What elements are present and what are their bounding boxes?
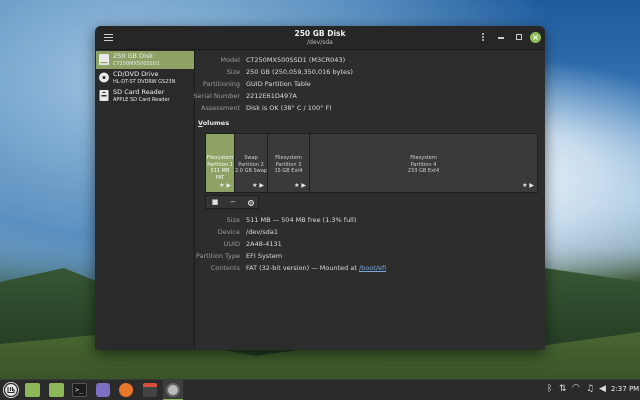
partition-4[interactable]: Filesystem Partition 4 233 GB Ext4 ★ ▶ bbox=[310, 134, 537, 192]
folder-icon[interactable] bbox=[49, 383, 64, 397]
calculator-icon[interactable] bbox=[143, 383, 157, 397]
info-row-assessment: Assessment Disk is OK (38° C / 100° F) bbox=[95, 104, 545, 114]
partition-2[interactable]: Swap Partition 2 2.0 GB Swap ★ ▶ bbox=[235, 134, 268, 192]
volume-map: Filesystem Partition 1 511 MB FAT ★ ▶ Swap… bbox=[205, 133, 538, 193]
part-info-device: Device /dev/sda1 bbox=[95, 228, 545, 238]
info-label: Partitioning bbox=[202, 80, 240, 88]
clock[interactable]: 2:37 PM bbox=[611, 385, 639, 393]
info-value: Disk is OK (38° C / 100° F) bbox=[246, 104, 332, 112]
network-icon[interactable]: ⇅ bbox=[559, 384, 567, 394]
info-row-size: Size 250 GB (250,059,350,016 bytes) bbox=[95, 68, 545, 78]
info-label: Serial Number bbox=[193, 92, 240, 100]
info-value: CT250MX500SSD1 (M3CR043) bbox=[246, 56, 346, 64]
close-button[interactable]: × bbox=[530, 32, 541, 43]
part-info-type: Partition Type EFI System bbox=[95, 252, 545, 262]
volumes-heading: Volumes bbox=[198, 119, 230, 127]
part-info-contents: Contents FAT (32-bit version) — Mounted … bbox=[95, 264, 545, 274]
partition-3[interactable]: Filesystem Partition 3 15 GB Ext4 ★ ▶ bbox=[268, 134, 310, 192]
volume-toolbar: ■ − bbox=[205, 195, 259, 209]
info-value: 2A48-4131 bbox=[246, 240, 282, 248]
info-label: Model bbox=[220, 56, 240, 64]
info-value: 250 GB (250,059,350,016 bytes) bbox=[246, 68, 353, 76]
more-options-icon[interactable] bbox=[480, 32, 486, 44]
part-info-size: Size 511 MB — 504 MB free (1.3% full) bbox=[95, 216, 545, 226]
info-value: /dev/sda1 bbox=[246, 228, 278, 236]
stop-button[interactable]: ■ bbox=[207, 197, 223, 208]
partition-1[interactable]: Filesystem Partition 1 511 MB FAT ★ ▶ bbox=[206, 134, 235, 192]
info-value: GUID Partition Table bbox=[246, 80, 311, 88]
firefox-icon[interactable] bbox=[119, 383, 133, 397]
titlebar: 250 GB Disk /dev/sda × bbox=[95, 26, 545, 50]
info-value: EFI System bbox=[246, 252, 283, 260]
volume-icon[interactable]: ◀ bbox=[599, 384, 606, 394]
wifi-icon[interactable]: ◠ bbox=[572, 383, 580, 393]
music-icon[interactable]: ♫ bbox=[586, 384, 594, 394]
info-label: UUID bbox=[223, 240, 240, 248]
window-subtitle: /dev/sda bbox=[307, 39, 333, 46]
terminal-icon[interactable]: >_ bbox=[72, 383, 87, 397]
text-editor-icon[interactable] bbox=[96, 383, 110, 397]
info-row-partitioning: Partitioning GUID Partition Table bbox=[95, 80, 545, 90]
info-value: 2212E61D497A bbox=[246, 92, 297, 100]
mount-point-link[interactable]: /boot/efi bbox=[359, 264, 386, 272]
info-row-serial: Serial Number 2212E61D497A bbox=[95, 92, 545, 102]
bluetooth-icon[interactable]: ᛒ bbox=[547, 384, 552, 394]
info-label: Device bbox=[217, 228, 240, 236]
taskbar: >_ ᛒ ⇅ ◠ ♫ ◀ 2:37 PM bbox=[0, 379, 640, 400]
info-value: FAT (32-bit version) — Mounted at /boot/… bbox=[246, 264, 387, 272]
info-value: 511 MB — 504 MB free (1.3% full) bbox=[246, 216, 357, 224]
menu-button[interactable] bbox=[3, 382, 19, 398]
window-title: 250 GB Disk bbox=[294, 29, 346, 38]
maximize-button[interactable] bbox=[516, 34, 522, 40]
partition-flags-icon: ★ ▶ bbox=[219, 181, 231, 189]
info-label: Contents bbox=[210, 264, 240, 272]
delete-partition-button[interactable]: − bbox=[225, 197, 241, 208]
info-label: Size bbox=[226, 216, 240, 224]
disks-icon[interactable] bbox=[163, 380, 183, 400]
partition-flags-icon: ★ ▶ bbox=[294, 181, 306, 189]
partition-flags-icon: ★ ▶ bbox=[522, 181, 534, 189]
info-label: Assessment bbox=[201, 104, 240, 112]
hamburger-menu-icon[interactable] bbox=[104, 32, 113, 44]
partition-settings-button[interactable] bbox=[243, 197, 259, 208]
settings-icon bbox=[247, 199, 255, 206]
partition-flags-icon: ★ ▶ bbox=[252, 181, 264, 189]
part-info-uuid: UUID 2A48-4131 bbox=[95, 240, 545, 250]
minimize-button[interactable] bbox=[498, 37, 504, 39]
disks-window: 250 GB Disk /dev/sda × 250 GB Disk CT250… bbox=[95, 26, 545, 350]
info-label: Size bbox=[226, 68, 240, 76]
folder-icon[interactable] bbox=[25, 383, 40, 397]
info-label: Partition Type bbox=[195, 252, 240, 260]
menu-icon bbox=[3, 382, 19, 398]
info-row-model: Model CT250MX500SSD1 (M3CR043) bbox=[95, 56, 545, 66]
